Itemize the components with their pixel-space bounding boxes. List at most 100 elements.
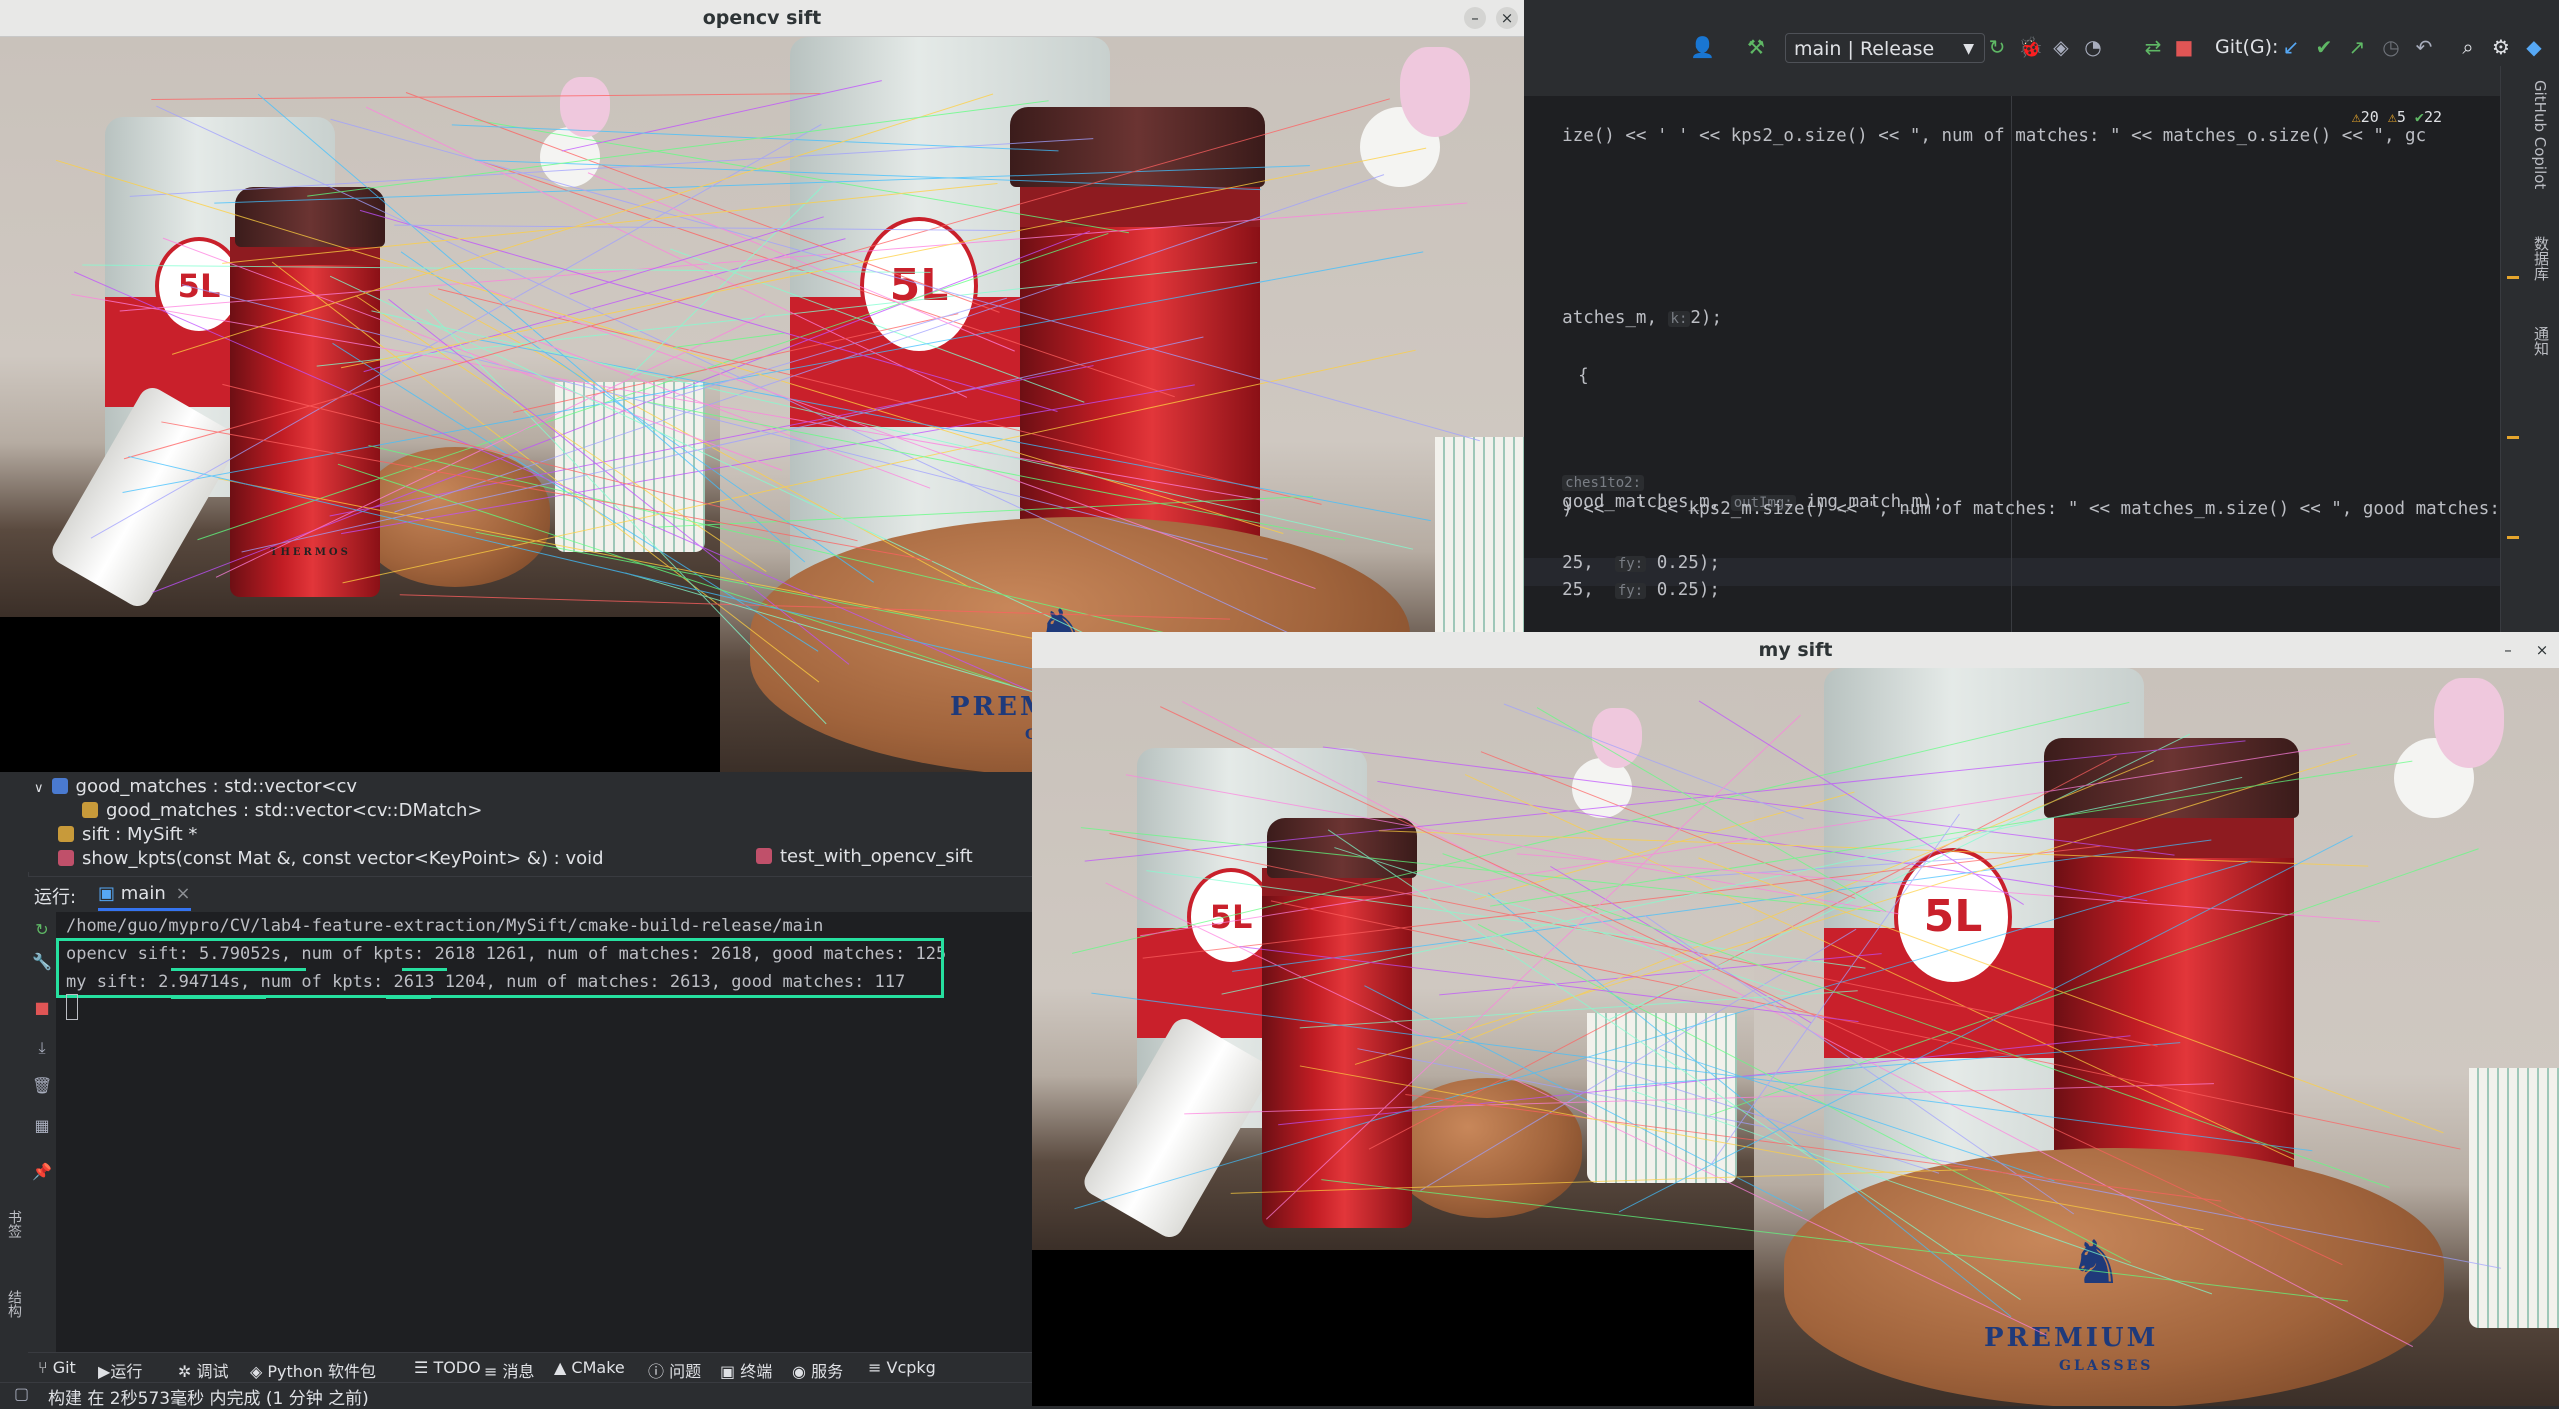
gear-icon[interactable]: ⚙ (2490, 36, 2512, 58)
thermos-flask (230, 237, 380, 597)
chevron-down-icon[interactable]: ∨ (34, 781, 44, 796)
case-subtext: GLASSES (2059, 1358, 2154, 1374)
wrench-icon[interactable]: 🔧 (32, 952, 52, 972)
tool-tab-messages[interactable]: ≡ 消息 (484, 1358, 535, 1382)
minimize-button[interactable]: – (1464, 7, 1486, 29)
play-icon: ▶ (98, 1362, 111, 1381)
tool-tab-todo[interactable]: ☰ TODO (414, 1358, 481, 1377)
annotation-underline (171, 996, 266, 999)
tree-node[interactable]: ∨ good_matches : std::vector<cv (34, 776, 357, 797)
my-train-image: 5L PREMIUM GLASSES ♞ (1754, 668, 2559, 1406)
hammer-icon[interactable]: ⚒ (1745, 36, 1767, 58)
paper-cup (2469, 1068, 2559, 1328)
coverage-icon[interactable]: ◈ (2050, 36, 2072, 58)
file-tab[interactable]: test_with_opencv_sift (756, 846, 973, 867)
inspection-widget[interactable]: ⚠20 ⚠5 ✔22 (2352, 108, 2442, 126)
panel-toggle-icon[interactable]: ▢ (14, 1384, 29, 1403)
trash-icon[interactable]: 🗑 (32, 1076, 52, 1096)
tool-tab-debug[interactable]: ✲ 调试 (178, 1358, 229, 1382)
tree-node[interactable]: good_matches : std::vector<cv::DMatch> (82, 800, 483, 821)
structure-tab[interactable]: 结构 (4, 1290, 24, 1318)
tool-tab-git[interactable]: ⑂ Git (38, 1358, 76, 1377)
notifications-tab[interactable]: 通知 (2531, 326, 2552, 356)
weak-warning-icon: ⚠ (2387, 108, 2397, 126)
code-editor[interactable]: ize() << ' ' << kps2_o.size() << ", num … (1520, 96, 2553, 636)
field-icon (82, 802, 98, 818)
tool-tab-label: Vcpkg (886, 1358, 936, 1377)
git-label: Git(G): (2215, 36, 2279, 58)
flask-brand: THERMOS (270, 547, 351, 558)
close-button[interactable]: × (2531, 639, 2553, 661)
code-text: 2); (1690, 308, 1722, 328)
paper-cup (555, 382, 705, 552)
tool-tab-run[interactable]: ▶运行 (98, 1358, 142, 1382)
user-icon[interactable]: 👤 (1690, 36, 1715, 58)
code-text: ize() << ' ' << kps2_o.size() << ", num … (1562, 126, 2427, 146)
flask-cap (1010, 107, 1265, 187)
ok-count: 22 (2423, 108, 2442, 126)
tool-tab-label: 问题 (669, 1362, 702, 1381)
tool-tab-terminal[interactable]: ▣ 终端 (720, 1358, 772, 1382)
structure-panel: ∨ good_matches : std::vector<cv good_matc… (28, 772, 1032, 872)
tree-node-label: sift : MySift * (82, 824, 198, 845)
scroll-end-icon[interactable]: ⤓ (32, 1038, 52, 1058)
profile-icon[interactable]: ◔ (2082, 36, 2104, 58)
tool-window-bar: ⑂ Git ▶运行 ✲ 调试 ◈ Python 软件包 ☰ TODO ≡ 消息 … (28, 1352, 1032, 1383)
weak-warning-count: 5 (2396, 108, 2406, 126)
error-stripe-mark[interactable] (2507, 436, 2519, 439)
window-title: my sift (1758, 639, 1833, 661)
window-titlebar[interactable]: opencv sift – × (0, 0, 1524, 37)
window-titlebar[interactable]: my sift – × (1032, 632, 2559, 669)
flask-cap (1267, 818, 1417, 878)
tree-node[interactable]: sift : MySift * (58, 824, 197, 845)
terminal-icon: ▣ (98, 883, 116, 904)
status-bar: ▢ 构建 在 2秒573毫秒 内完成 (1 分钟 之前) (0, 1382, 1032, 1409)
rerun-icon[interactable]: ↻ (1986, 36, 2008, 58)
my-query-image: 5L (1032, 668, 1754, 1250)
layout-icon[interactable]: ▦ (32, 1116, 52, 1136)
tool-tab-vcpkg[interactable]: ≡ Vcpkg (868, 1358, 936, 1377)
bookmarks-tab[interactable]: 书签 (4, 1210, 24, 1238)
tool-tab-label: 消息 (502, 1362, 535, 1381)
git-update-icon[interactable]: ↙ (2280, 36, 2302, 58)
pin-icon[interactable]: 📌 (32, 1162, 52, 1182)
database-tab[interactable]: 数据库 (2531, 236, 2552, 281)
tool-tab-label: Git (52, 1358, 76, 1377)
git-commit-icon[interactable]: ✔ (2313, 36, 2335, 58)
case-brand: PREMIUM (1984, 1323, 2159, 1353)
error-stripe-mark[interactable] (2507, 276, 2519, 279)
annotation-underline (171, 968, 306, 971)
tree-node[interactable]: show_kpts(const Mat &, const vector<KeyP… (58, 848, 604, 869)
git-push-icon[interactable]: ↗ (2346, 36, 2368, 58)
tool-tab-python-packages[interactable]: ◈ Python 软件包 (250, 1358, 376, 1382)
search-icon[interactable]: ⌕ (2457, 36, 2479, 58)
ai-assistant-icon[interactable]: ◆ (2523, 36, 2545, 58)
rollback-icon[interactable]: ↶ (2413, 36, 2435, 58)
history-icon[interactable]: ◷ (2380, 36, 2402, 58)
tool-tab-cmake[interactable]: ▲ CMake (554, 1358, 625, 1377)
close-button[interactable]: × (1496, 7, 1518, 29)
param-hint: k: (1667, 311, 1691, 327)
run-console-panel: ↻ 🔧 ■ ⤓ 🗑 ▦ 📌 /home/guo/mypro/CV/lab4-fe… (28, 912, 1032, 1352)
debug-icon: ✲ (178, 1362, 192, 1381)
stop-icon[interactable]: ■ (2173, 36, 2195, 58)
field-icon (58, 826, 74, 842)
rerun-icon[interactable]: ↻ (32, 920, 52, 940)
close-icon[interactable]: × (175, 883, 190, 904)
tool-tab-label: 终端 (740, 1362, 773, 1381)
stop-icon[interactable]: ■ (32, 998, 52, 1018)
minimize-button[interactable]: – (2497, 639, 2519, 661)
code-text: { (1578, 366, 1589, 386)
attach-icon[interactable]: ⇄ (2142, 36, 2164, 58)
tool-tab-problems[interactable]: ⓘ 问题 (648, 1358, 701, 1382)
glasses-case (360, 447, 550, 587)
warning-count: 20 (2360, 108, 2379, 126)
tool-tab-services[interactable]: ◉ 服务 (792, 1358, 843, 1382)
copilot-tab[interactable]: GitHub Copilot (2531, 80, 2549, 189)
run-config-selector[interactable]: main | Release ▼ (1785, 33, 1985, 63)
error-stripe-mark[interactable] (2507, 536, 2519, 539)
run-label: 运行: (34, 887, 77, 908)
run-tab-main[interactable]: ▣ main × (98, 883, 191, 911)
debug-icon[interactable]: 🐞 (2018, 36, 2043, 58)
run-tab-label: main (120, 883, 166, 904)
